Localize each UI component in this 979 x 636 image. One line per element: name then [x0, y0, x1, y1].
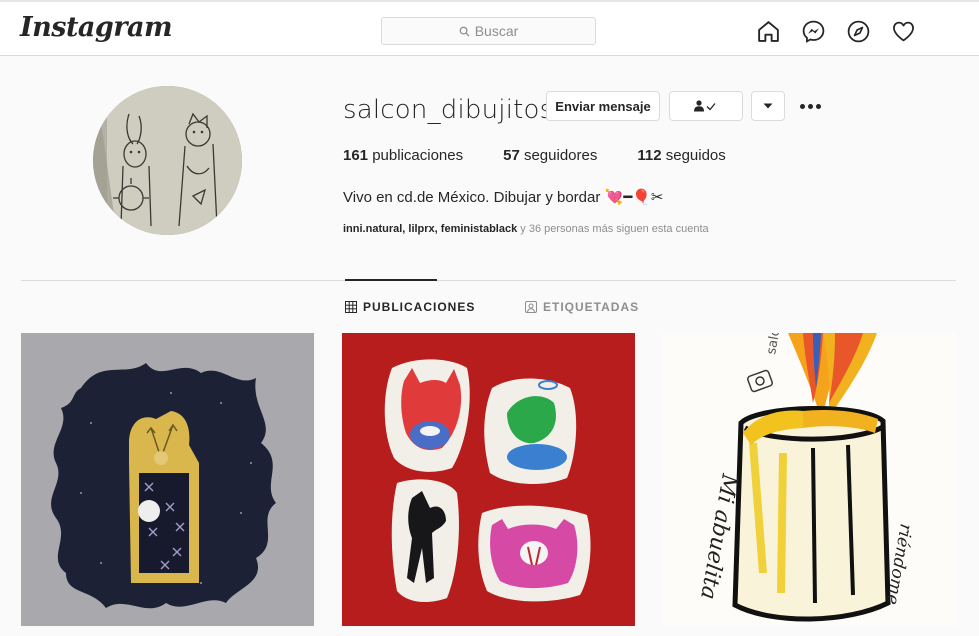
home-icon[interactable] — [756, 19, 781, 44]
profile-username: salcon_dibujitos — [343, 95, 554, 125]
following-button[interactable] — [669, 91, 743, 121]
explore-icon[interactable] — [846, 19, 871, 44]
tabs-divider — [21, 280, 956, 281]
tab-tagged[interactable]: ETIQUETADAS — [525, 300, 639, 314]
followed-by-rest: y 36 personas más siguen esta cuenta — [517, 223, 709, 235]
top-nav: Instagram Buscar — [0, 0, 979, 56]
followed-by-accounts[interactable]: inni.natural, lilprx, feministablack — [343, 223, 517, 235]
following-count[interactable]: 112 seguidos — [637, 147, 725, 164]
caret-down-icon — [763, 103, 773, 109]
followers-count[interactable]: 57 seguidores — [503, 147, 597, 164]
post-marker-drawing[interactable]: salcon Mi abuelita riéndome — [663, 333, 956, 626]
suggestions-dropdown-button[interactable] — [751, 91, 785, 121]
tagged-person-icon — [525, 301, 537, 313]
post-sticker-drawings[interactable] — [342, 333, 635, 626]
grid-icon — [345, 301, 357, 313]
activity-heart-icon[interactable] — [891, 19, 916, 44]
post-embroidered-patch[interactable] — [21, 333, 314, 626]
search-placeholder: Buscar — [474, 23, 519, 39]
instagram-logo[interactable]: Instagram — [20, 12, 173, 43]
active-tab-indicator — [345, 279, 437, 281]
more-options-icon[interactable] — [797, 96, 823, 116]
send-message-button[interactable]: Enviar mensaje — [546, 91, 660, 121]
tab-tagged-label: ETIQUETADAS — [543, 300, 640, 314]
messenger-icon[interactable] — [801, 19, 826, 44]
followed-by[interactable]: inni.natural, lilprx, feministablack y 3… — [343, 223, 709, 235]
posts-count: 161 publicaciones — [343, 147, 464, 164]
profile-stats: 161 publicaciones 57 seguidores 112 segu… — [343, 147, 766, 164]
person-check-icon — [694, 100, 716, 112]
profile-bio: Vivo en cd.de México. Dibujar y bordar 💘… — [343, 189, 664, 206]
search-icon — [459, 26, 470, 37]
search-input[interactable]: Buscar — [381, 17, 596, 45]
tab-posts-label: PUBLICACIONES — [363, 300, 476, 314]
tab-posts[interactable]: PUBLICACIONES — [345, 300, 475, 314]
profile-avatar — [93, 86, 242, 235]
